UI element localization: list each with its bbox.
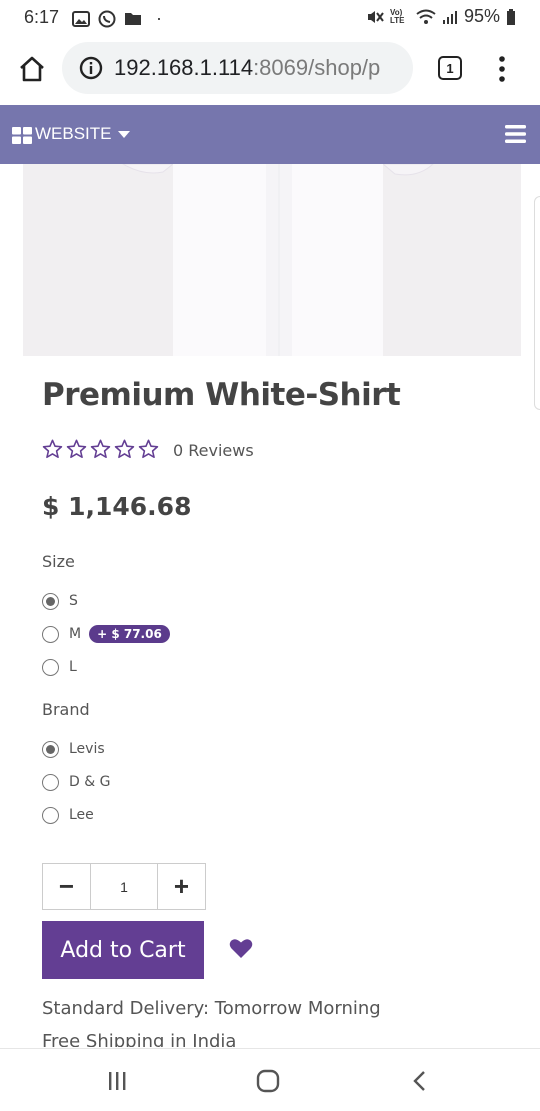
star-icon[interactable]: [114, 439, 135, 459]
price-extra-badge: + $ 77.06: [89, 625, 170, 643]
battery-icon: [507, 8, 515, 25]
status-time: 6:17: [24, 7, 60, 27]
reviews-link[interactable]: 0 Reviews: [173, 441, 254, 460]
quantity-input[interactable]: 1: [90, 864, 158, 909]
notification-icons: ·: [72, 8, 162, 29]
status-bar: 6:17 · Vo) LTE 95%: [0, 0, 540, 34]
url-path: :8069/shop/p: [253, 55, 381, 80]
brand-radio-dg[interactable]: [42, 773, 59, 791]
caret-down-icon[interactable]: [118, 131, 130, 139]
star-icon[interactable]: [42, 439, 63, 459]
gallery-icon: [72, 10, 90, 27]
url-text[interactable]: 192.168.1.114:8069/shop/p: [114, 55, 406, 81]
mute-icon: [367, 10, 384, 23]
tab-count: 1: [446, 60, 454, 76]
brand-option-levis[interactable]: Levis: [42, 738, 105, 760]
size-option-s[interactable]: S: [42, 590, 78, 612]
tab-switcher-button[interactable]: 1: [438, 56, 462, 80]
size-option-label: M: [69, 626, 82, 642]
wishlist-heart-icon[interactable]: [229, 938, 253, 959]
system-indicators: Vo) LTE 95%: [366, 6, 516, 27]
back-nav-icon[interactable]: [411, 1070, 427, 1092]
home-icon[interactable]: [18, 56, 46, 82]
brand-radio-lee[interactable]: [42, 806, 59, 824]
signal-icon: [442, 10, 457, 24]
size-option-label: L: [69, 659, 77, 675]
product-title: Premium White-Shirt: [42, 377, 401, 413]
brand-option-label: D & G: [69, 774, 111, 790]
whatsapp-icon: [98, 10, 116, 27]
hamburger-menu-icon[interactable]: [505, 125, 526, 143]
website-menu-label[interactable]: WEBSITE: [35, 124, 112, 144]
info-icon[interactable]: [79, 56, 103, 80]
battery-percent: 95%: [463, 6, 500, 26]
recent-apps-icon[interactable]: [107, 1071, 127, 1091]
quantity-stepper: − 1 +: [42, 863, 206, 910]
brand-option-label: Levis: [69, 741, 105, 757]
address-bar[interactable]: 192.168.1.114:8069/shop/p: [62, 42, 413, 94]
size-radio-m[interactable]: [42, 625, 59, 643]
size-option-label: S: [69, 593, 78, 609]
add-to-cart-button[interactable]: Add to Cart: [42, 921, 204, 979]
increase-quantity-button[interactable]: +: [158, 864, 205, 909]
brand-option-label: Lee: [69, 807, 94, 823]
shipping-info: Free Shipping in India: [42, 1031, 237, 1047]
product-image[interactable]: [23, 164, 521, 356]
side-panel-handle[interactable]: [534, 196, 540, 410]
size-radio-l[interactable]: [42, 658, 59, 676]
folder-icon: [125, 13, 141, 25]
star-icon[interactable]: [66, 439, 87, 459]
brand-radio-levis[interactable]: [42, 740, 59, 758]
size-option-l[interactable]: L: [42, 656, 77, 678]
star-icon[interactable]: [90, 439, 111, 459]
android-navigation-bar: [0, 1048, 540, 1111]
delivery-info: Standard Delivery: Tomorrow Morning: [42, 998, 381, 1019]
size-option-m[interactable]: M + $ 77.06: [42, 623, 170, 645]
size-label: Size: [42, 552, 75, 571]
home-nav-icon[interactable]: [256, 1069, 280, 1093]
rating-stars[interactable]: [42, 439, 159, 459]
shirt-image: [23, 164, 521, 356]
network-label: Vo) LTE: [389, 7, 405, 25]
url-host: 192.168.1.114: [114, 55, 254, 80]
brand-option-lee[interactable]: Lee: [42, 804, 94, 826]
wifi-icon: [416, 9, 436, 24]
size-radio-s[interactable]: [42, 592, 59, 610]
grid-icon[interactable]: [12, 127, 32, 144]
browser-toolbar: 192.168.1.114:8069/shop/p 1: [0, 34, 540, 104]
star-icon[interactable]: [138, 439, 159, 459]
more-dot-icon: ·: [156, 8, 162, 28]
overflow-menu-icon[interactable]: [497, 56, 507, 82]
brand-label: Brand: [42, 700, 90, 719]
brand-option-dg[interactable]: D & G: [42, 771, 110, 793]
website-navbar: WEBSITE: [0, 105, 540, 164]
decrease-quantity-button[interactable]: −: [43, 864, 90, 909]
product-price: $ 1,146.68: [42, 492, 192, 521]
